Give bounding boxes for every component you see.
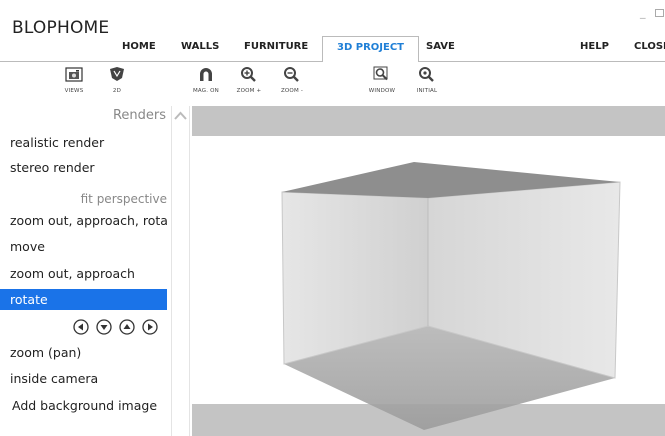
menu-furniture[interactable]: FURNITURE bbox=[244, 41, 308, 52]
camera-icon bbox=[65, 67, 83, 82]
sidebar-scrollbar[interactable] bbox=[171, 106, 190, 436]
maximize-button[interactable] bbox=[655, 9, 664, 17]
scroll-up-icon[interactable] bbox=[172, 109, 189, 123]
app-title: BLOPHOME bbox=[12, 18, 110, 38]
3d-viewport[interactable] bbox=[192, 106, 665, 436]
mag-on-label: MAG. ON bbox=[192, 88, 219, 94]
list-item-zoom-pan[interactable]: zoom (pan) bbox=[0, 342, 167, 363]
list-item-add-background-image[interactable]: Add background image bbox=[0, 395, 167, 416]
zoom-out-button[interactable]: ZOOM - bbox=[272, 66, 312, 94]
room-model bbox=[281, 162, 621, 430]
menu-close[interactable]: CLOSE bbox=[634, 41, 665, 52]
2d-label: 2D bbox=[112, 88, 122, 94]
arrow-left-icon[interactable] bbox=[73, 319, 89, 335]
list-item-zoom-out-approach[interactable]: zoom out, approach bbox=[0, 263, 167, 284]
list-item-inside-camera[interactable]: inside camera bbox=[0, 368, 167, 389]
menu-help[interactable]: HELP bbox=[580, 41, 609, 52]
menu-3d-project[interactable]: 3D PROJECT bbox=[322, 36, 419, 63]
renders-panel: Renders realistic render stereo render f… bbox=[0, 106, 190, 436]
window-label: WINDOW bbox=[368, 88, 396, 94]
2d-view-icon bbox=[110, 67, 124, 81]
mag-on-button[interactable]: MAG. ON bbox=[186, 66, 226, 94]
zoom-window-icon bbox=[373, 66, 388, 81]
list-item-stereo-render[interactable]: stereo render bbox=[0, 157, 167, 178]
initial-label: INITIAL bbox=[416, 88, 438, 94]
minimize-button[interactable]: _ bbox=[640, 6, 646, 19]
2d-button[interactable]: 2D bbox=[97, 66, 137, 94]
zoom-out-icon bbox=[284, 67, 299, 82]
magnet-icon bbox=[200, 68, 212, 81]
list-item-realistic-render[interactable]: realistic render bbox=[0, 132, 167, 153]
list-item-zoom-out-approach-rotate[interactable]: zoom out, approach, rota bbox=[0, 210, 167, 231]
menu-bar: HOME WALLS FURNITURE 3D PROJECT SAVE HEL… bbox=[0, 36, 665, 63]
rotate-arrows bbox=[73, 319, 160, 337]
initial-button[interactable]: INITIAL bbox=[407, 66, 447, 94]
arrow-down-icon[interactable] bbox=[96, 319, 112, 335]
window-button[interactable]: WINDOW bbox=[362, 66, 402, 94]
zoom-initial-icon bbox=[419, 67, 434, 82]
menu-walls[interactable]: WALLS bbox=[181, 41, 219, 52]
menu-home[interactable]: HOME bbox=[122, 41, 156, 52]
zoom-in-label: ZOOM + bbox=[236, 88, 262, 94]
zoom-out-label: ZOOM - bbox=[280, 88, 304, 94]
subheader-fit-perspective: fit perspective bbox=[80, 192, 167, 206]
list-item-move[interactable]: move bbox=[0, 236, 167, 257]
zoom-in-icon bbox=[241, 67, 256, 82]
list-item-rotate[interactable]: rotate bbox=[0, 289, 167, 310]
toolbar: VIEWS 2D MAG. ON ZOOM + ZOOM - WINDOW IN… bbox=[0, 62, 665, 106]
views-label: VIEWS bbox=[64, 88, 84, 94]
panel-header: Renders bbox=[112, 108, 166, 123]
menu-save[interactable]: SAVE bbox=[426, 41, 455, 52]
views-button[interactable]: VIEWS bbox=[54, 66, 94, 94]
zoom-in-button[interactable]: ZOOM + bbox=[229, 66, 269, 94]
arrow-right-icon[interactable] bbox=[142, 319, 158, 335]
arrow-up-icon[interactable] bbox=[119, 319, 135, 335]
